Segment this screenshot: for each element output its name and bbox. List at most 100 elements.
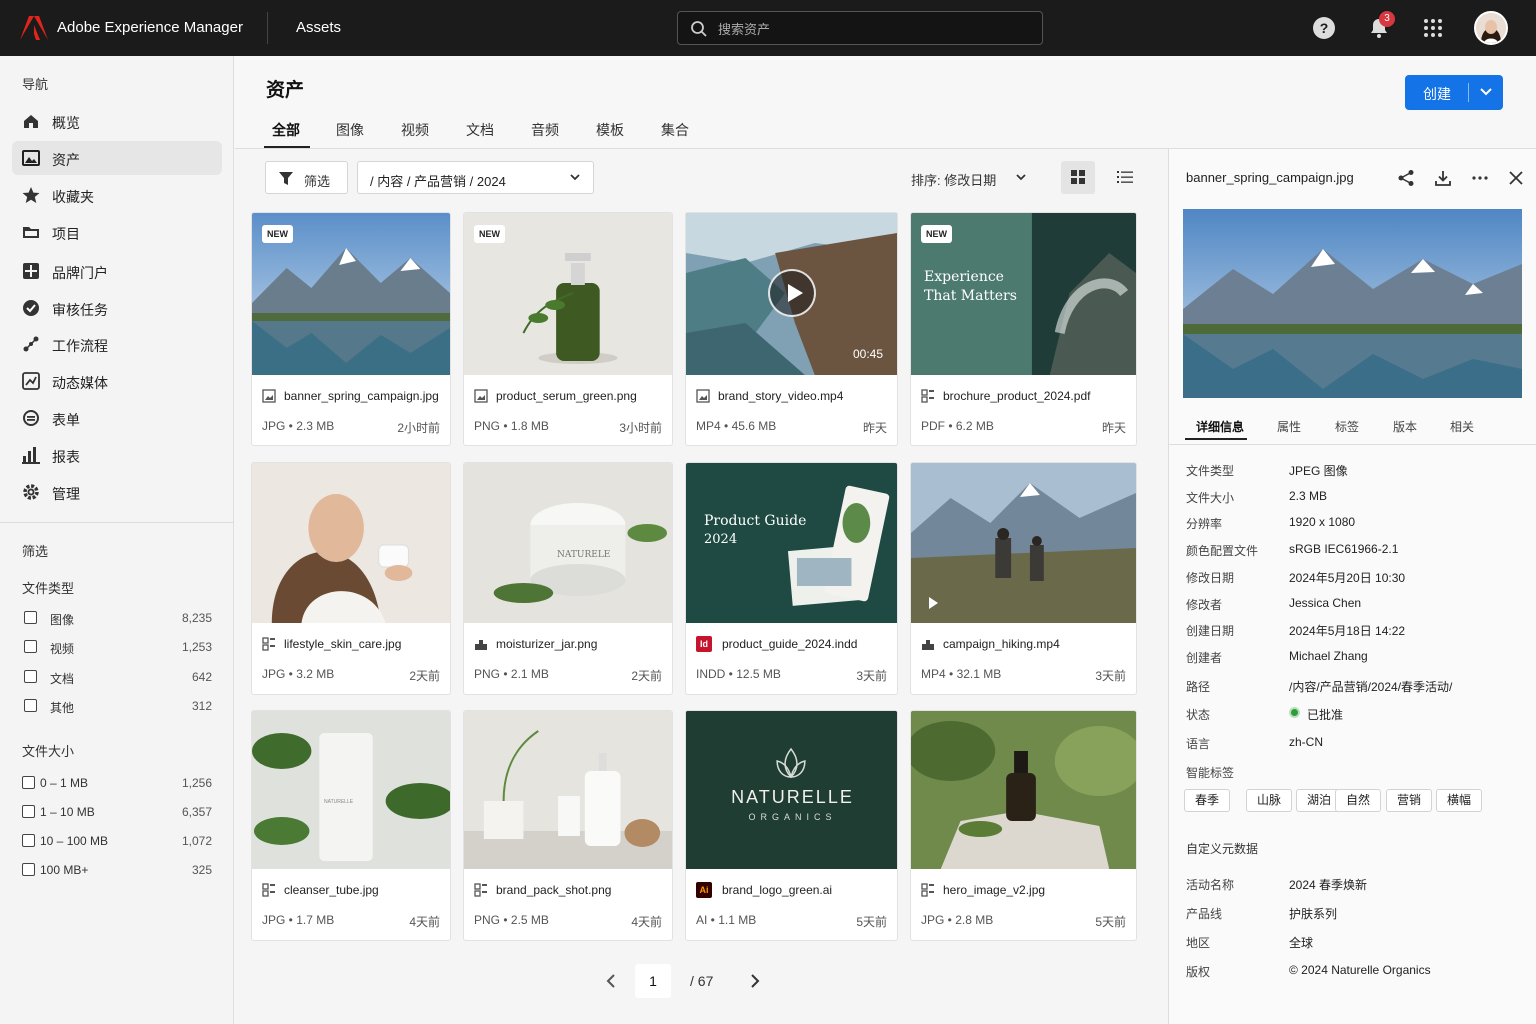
asset-card[interactable]: NEW product_serum_green.png PNG • 1.8 MB… xyxy=(463,212,673,446)
smart-tag[interactable]: 春季 xyxy=(1184,789,1231,812)
filter-button[interactable]: 筛选 xyxy=(265,161,348,194)
checkbox[interactable] xyxy=(24,611,37,624)
sort-dropdown[interactable]: 排序: 修改日期 xyxy=(911,170,996,189)
asset-card[interactable]: brand_pack_shot.png PNG • 2.5 MB 4天前 xyxy=(463,710,673,941)
tab-versions[interactable]: 版本 xyxy=(1393,418,1417,435)
tab-related[interactable]: 相关 xyxy=(1450,418,1474,435)
nav-item-brand-portal[interactable]: 品牌门户 xyxy=(12,254,222,288)
share-icon[interactable] xyxy=(1397,169,1415,187)
nav-item-overview[interactable]: 概览 xyxy=(12,104,222,138)
smart-tag[interactable]: 山脉 xyxy=(1246,789,1293,812)
asset-thumbnail[interactable] xyxy=(911,463,1136,623)
asset-card[interactable]: 00:45 brand_story_video.mp4 MP4 • 45.6 M… xyxy=(685,212,898,446)
tab-collections[interactable]: 集合 xyxy=(661,120,689,140)
chevron-down-icon[interactable] xyxy=(1015,173,1027,183)
close-icon[interactable] xyxy=(1507,169,1525,187)
asset-card[interactable]: NATURELE moisturizer_jar.png PNG • 2.1 M… xyxy=(463,462,673,695)
asset-thumbnail[interactable] xyxy=(464,711,672,869)
file-size-0-1[interactable]: 0 – 1 MB 1,256 xyxy=(22,774,212,792)
asset-card[interactable]: lifestyle_skin_care.jpg JPG • 3.2 MB 2天前 xyxy=(251,462,451,695)
grid-view-button[interactable] xyxy=(1061,161,1095,194)
tab-videos[interactable]: 视频 xyxy=(401,120,429,140)
tab-images[interactable]: 图像 xyxy=(336,120,364,140)
asset-name[interactable]: product_serum_green.png xyxy=(496,389,637,403)
tab-templates[interactable]: 模板 xyxy=(596,120,624,140)
smart-tag[interactable]: 营销 xyxy=(1386,789,1433,812)
checkbox[interactable] xyxy=(22,863,35,876)
download-icon[interactable] xyxy=(1434,169,1452,187)
asset-name[interactable]: brochure_product_2024.pdf xyxy=(943,389,1090,403)
asset-thumbnail[interactable] xyxy=(252,711,450,869)
nav-item-favorites[interactable]: 收藏夹 xyxy=(12,178,222,212)
checkbox[interactable] xyxy=(22,776,35,789)
file-size-1-10[interactable]: 1 – 10 MB 6,357 xyxy=(22,803,212,821)
asset-thumbnail[interactable] xyxy=(911,711,1136,869)
smart-tag[interactable]: 横幅 xyxy=(1436,789,1483,812)
smart-tag[interactable]: 自然 xyxy=(1335,789,1382,812)
asset-card[interactable]: hero_image_v2.jpg JPG • 2.8 MB 5天前 xyxy=(910,710,1137,941)
asset-card[interactable]: NEW Experience That Matters brochure_pro… xyxy=(910,212,1137,446)
chevron-right-icon[interactable] xyxy=(748,973,762,989)
create-button[interactable]: 创建 xyxy=(1405,75,1503,110)
details-preview-image[interactable] xyxy=(1183,209,1522,398)
more-options-icon[interactable] xyxy=(1471,169,1489,187)
checkbox[interactable] xyxy=(24,640,37,653)
asset-name[interactable]: brand_logo_green.ai xyxy=(722,883,832,897)
asset-card[interactable]: campaign_hiking.mp4 MP4 • 32.1 MB 3天前 xyxy=(910,462,1137,695)
asset-name[interactable]: lifestyle_skin_care.jpg xyxy=(284,637,401,651)
file-type-videos[interactable]: 视频 1,253 xyxy=(22,638,212,656)
asset-name[interactable]: product_guide_2024.indd xyxy=(722,637,857,651)
path-value[interactable]: /内容/产品营销/2024/春季活动/ xyxy=(1289,678,1452,695)
asset-name[interactable]: banner_spring_campaign.jpg xyxy=(284,389,439,403)
tab-details[interactable]: 详细信息 xyxy=(1196,418,1244,435)
file-size-100-plus[interactable]: 100 MB+ 325 xyxy=(22,861,212,879)
tab-properties[interactable]: 属性 xyxy=(1277,418,1301,435)
chevron-down-icon[interactable] xyxy=(1479,86,1493,98)
tab-documents[interactable]: 文档 xyxy=(466,120,494,140)
asset-thumbnail[interactable] xyxy=(252,463,450,623)
app-switcher-icon[interactable] xyxy=(1423,18,1443,38)
asset-thumbnail[interactable] xyxy=(464,463,672,623)
asset-name[interactable]: brand_pack_shot.png xyxy=(496,883,611,897)
adobe-logo-icon[interactable] xyxy=(20,16,48,40)
tab-audio[interactable]: 音频 xyxy=(531,120,559,140)
search-input[interactable] xyxy=(718,18,1018,40)
play-button[interactable] xyxy=(767,269,816,317)
asset-card[interactable]: NATURELLE ORGANICS Ai brand_logo_green.a… xyxy=(685,710,898,941)
nav-item-workflow[interactable]: 工作流程 xyxy=(12,327,222,361)
nav-item-dynamic-media[interactable]: 动态媒体 xyxy=(12,364,222,398)
list-view-button[interactable] xyxy=(1108,161,1142,194)
checkbox[interactable] xyxy=(22,805,35,818)
nav-item-review-tasks[interactable]: 审核任务 xyxy=(12,291,222,325)
asset-name[interactable]: hero_image_v2.jpg xyxy=(943,883,1045,897)
nav-item-forms[interactable]: 表单 xyxy=(12,401,222,435)
nav-item-admin[interactable]: 管理 xyxy=(12,475,222,509)
asset-card[interactable]: NATURELLE cleanser_tube.jpg JPG • 1.7 MB… xyxy=(251,710,451,941)
user-avatar[interactable] xyxy=(1474,11,1508,45)
asset-name[interactable]: cleanser_tube.jpg xyxy=(284,883,379,897)
checkbox[interactable] xyxy=(24,670,37,683)
checkbox[interactable] xyxy=(22,834,35,847)
nav-item-reports[interactable]: 报表 xyxy=(12,438,222,472)
current-page[interactable]: 1 xyxy=(635,964,671,998)
asset-name[interactable]: brand_story_video.mp4 xyxy=(718,389,843,403)
help-icon[interactable]: ? xyxy=(1313,17,1335,39)
file-type-other[interactable]: 其他 312 xyxy=(22,697,212,715)
file-type-images[interactable]: 图像 8,235 xyxy=(22,609,212,627)
asset-card[interactable]: Product Guide 2024 Id product_guide_2024… xyxy=(685,462,898,695)
chevron-left-icon[interactable] xyxy=(604,973,618,989)
app-name[interactable]: Assets xyxy=(296,19,341,36)
tab-all[interactable]: 全部 xyxy=(272,120,300,140)
global-search[interactable] xyxy=(677,11,1043,45)
file-size-10-100[interactable]: 10 – 100 MB 1,072 xyxy=(22,832,212,850)
checkbox[interactable] xyxy=(24,699,37,712)
asset-name[interactable]: campaign_hiking.mp4 xyxy=(943,637,1060,651)
tab-tags[interactable]: 标签 xyxy=(1335,418,1359,435)
asset-name[interactable]: moisturizer_jar.png xyxy=(496,637,597,651)
file-type-documents[interactable]: 文档 642 xyxy=(22,668,212,686)
nav-item-assets[interactable]: 资产 xyxy=(12,141,222,175)
asset-card[interactable]: NEW banner_spring_campaign.jpg JPG • 2.3… xyxy=(251,212,451,446)
path-selector[interactable]: / 内容 / 产品营销 / 2024 xyxy=(357,161,594,194)
nav-item-projects[interactable]: 项目 xyxy=(12,215,222,249)
product-name[interactable]: Adobe Experience Manager xyxy=(57,19,243,36)
